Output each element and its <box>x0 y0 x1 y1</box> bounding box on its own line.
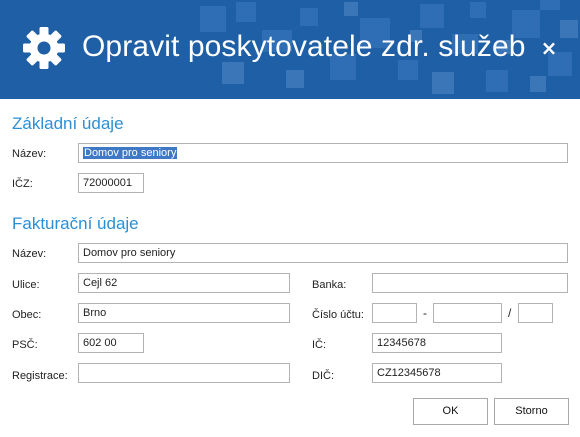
street-label: Ulice: <box>12 279 40 291</box>
section-heading-billing: Fakturační údaje <box>12 214 139 233</box>
section-heading-basic: Základní údaje <box>12 114 124 133</box>
street-field[interactable]: Cejl 62 <box>78 273 290 293</box>
dic-label: DIČ: <box>312 370 334 382</box>
registration-field[interactable] <box>78 363 290 383</box>
city-label: Obec: <box>12 309 42 321</box>
ic-label: IČ: <box>312 339 327 351</box>
dialog-title-bar: Opravit poskytovatele zdr. služeb × <box>0 0 580 99</box>
account-prefix-field[interactable] <box>372 303 417 323</box>
gear-icon <box>23 27 65 69</box>
icz-label: IČZ: <box>12 178 33 190</box>
icz-field[interactable]: 72000001 <box>78 173 144 193</box>
account-label: Číslo účtu: <box>312 309 364 321</box>
registration-label: Registrace: <box>12 370 68 382</box>
dialog-title: Opravit poskytovatele zdr. služeb <box>82 30 526 63</box>
bank-field[interactable] <box>372 273 568 293</box>
account-dash: - <box>423 306 427 320</box>
bank-code-field[interactable] <box>518 303 553 323</box>
billing-name-field[interactable]: Domov pro seniory <box>78 243 568 263</box>
zip-label: PSČ: <box>12 339 38 351</box>
account-number-field[interactable] <box>433 303 502 323</box>
basic-name-label: Název: <box>12 148 47 160</box>
bank-label: Banka: <box>312 279 347 291</box>
selected-text: Domov pro seniory <box>83 147 178 159</box>
basic-name-field[interactable]: Domov pro seniory <box>78 143 568 163</box>
dic-field[interactable]: CZ12345678 <box>372 363 502 383</box>
zip-field[interactable]: 602 00 <box>78 333 144 353</box>
billing-name-label: Název: <box>12 248 47 260</box>
account-slash: / <box>508 306 512 320</box>
close-button[interactable]: × <box>538 37 560 59</box>
ic-field[interactable]: 12345678 <box>372 333 502 353</box>
city-field[interactable]: Brno <box>78 303 290 323</box>
cancel-button[interactable]: Storno <box>494 398 569 425</box>
ok-button[interactable]: OK <box>413 398 488 425</box>
